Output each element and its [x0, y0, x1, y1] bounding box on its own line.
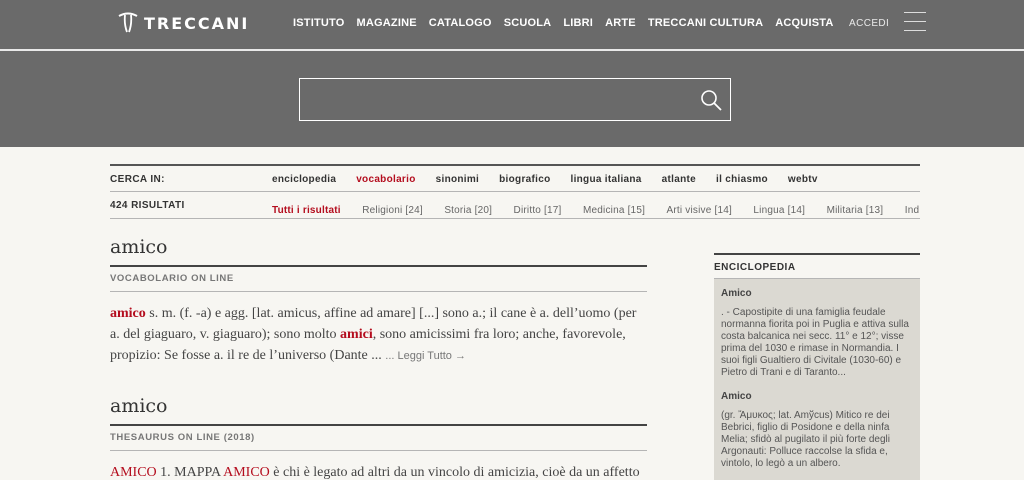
main-nav: ISTITUTO MAGAZINE CATALOGO SCUOLA LIBRI …	[293, 17, 834, 29]
cerca-il-chiasmo[interactable]: il chiasmo	[716, 174, 768, 185]
sidebar-item-text: . - Capostipite di una famiglia feudale …	[721, 307, 909, 378]
filter-religioni[interactable]: Religioni [24]	[362, 205, 423, 216]
filter-storia[interactable]: Storia [20]	[444, 205, 492, 216]
entry-title[interactable]: amico	[110, 395, 647, 426]
results-row: 424 RISULTATI Tutti i risultati Religion…	[110, 191, 920, 219]
results-count: 424 RISULTATI	[110, 200, 185, 211]
login-link[interactable]: ACCEDI	[849, 18, 889, 29]
filter-ind[interactable]: Ind	[905, 205, 920, 216]
nav-catalogo[interactable]: CATALOGO	[429, 17, 492, 29]
result-entry: amico VOCABOLARIO ON LINE amico s. m. (f…	[110, 236, 647, 367]
cerca-atlante[interactable]: atlante	[662, 174, 696, 185]
cerca-sinonimi[interactable]: sinonimi	[436, 174, 480, 185]
cerca-lingua-italiana[interactable]: lingua italiana	[570, 174, 641, 185]
sidebar-heading: ENCICLOPEDIA	[714, 253, 920, 279]
nav-treccani-cultura[interactable]: TRECCANI CULTURA	[648, 17, 763, 29]
entry-keyword: amici	[340, 327, 373, 342]
entry-title[interactable]: amico	[110, 236, 647, 267]
entry-keyword: AMICO	[223, 465, 270, 480]
nav-scuola[interactable]: SCUOLA	[504, 17, 552, 29]
search-icon[interactable]	[700, 89, 722, 111]
sidebar-card: Amico . - Capostipite di una famiglia fe…	[714, 279, 920, 480]
entry-source: VOCABOLARIO ON LINE	[110, 267, 647, 292]
nav-magazine[interactable]: MAGAZINE	[357, 17, 417, 29]
cerca-vocabolario[interactable]: vocabolario	[356, 174, 415, 185]
entry-text: AMICO 1. MAPPA AMICO è chi è legato ad a…	[110, 462, 647, 480]
filter-medicina[interactable]: Medicina [15]	[583, 205, 645, 216]
treccani-emblem-icon	[118, 12, 138, 33]
filter-tutti[interactable]: Tutti i risultati	[272, 205, 341, 216]
filter-arti-visive[interactable]: Arti visive [14]	[667, 205, 732, 216]
logo-text: TRECCANI	[144, 13, 250, 33]
nav-arte[interactable]: ARTE	[605, 17, 636, 29]
search-filters: CERCA IN: enciclopedia vocabolario sinon…	[110, 164, 920, 219]
sidebar-item-title[interactable]: Amico	[721, 391, 913, 402]
sidebar-item-text: (gr. Ἄμυκος; lat. Amўcus) Mitico re dei …	[721, 410, 890, 469]
entry-source: THESAURUS ON LINE (2018)	[110, 426, 647, 451]
menu-icon[interactable]	[904, 12, 926, 32]
entry-keyword: amico	[110, 306, 146, 321]
nav-istituto[interactable]: ISTITUTO	[293, 17, 345, 29]
entry-text: amico s. m. (f. -a) e agg. [lat. amicus,…	[110, 303, 647, 367]
nav-acquista[interactable]: ACQUISTA	[775, 17, 833, 29]
sidebar-item-title[interactable]: Amico	[721, 288, 913, 299]
filter-militaria[interactable]: Militaria [13]	[827, 205, 884, 216]
cerca-webtv[interactable]: webtv	[788, 174, 818, 185]
search-box	[299, 78, 731, 121]
cerca-items: enciclopedia vocabolario sinonimi biogra…	[272, 174, 818, 185]
top-header: TRECCANI ISTITUTO MAGAZINE CATALOGO SCUO…	[0, 0, 1024, 147]
cerca-biografico[interactable]: biografico	[499, 174, 550, 185]
treccani-logo[interactable]: TRECCANI	[116, 10, 249, 34]
results-filter-items: Tutti i risultati Religioni [24] Storia …	[272, 200, 920, 218]
read-more-link[interactable]: ... Leggi Tutto →	[385, 350, 466, 362]
header-divider	[0, 49, 1024, 51]
filter-lingua[interactable]: Lingua [14]	[753, 205, 805, 216]
cerca-enciclopedia[interactable]: enciclopedia	[272, 174, 336, 185]
cerca-label: CERCA IN:	[110, 174, 165, 185]
cerca-row: CERCA IN: enciclopedia vocabolario sinon…	[110, 164, 920, 191]
entry-text-part: 1. MAPPA	[156, 465, 224, 480]
result-entry: amico THESAURUS ON LINE (2018) AMICO 1. …	[110, 395, 647, 480]
entry-text-part: è chi è legato ad altri da un vincolo di…	[269, 465, 640, 480]
nav-libri[interactable]: LIBRI	[563, 17, 593, 29]
sidebar-enciclopedia: ENCICLOPEDIA Amico . - Capostipite di un…	[714, 253, 920, 480]
search-input[interactable]	[300, 79, 690, 120]
entry-keyword: AMICO	[110, 465, 157, 480]
filter-diritto[interactable]: Diritto [17]	[514, 205, 562, 216]
